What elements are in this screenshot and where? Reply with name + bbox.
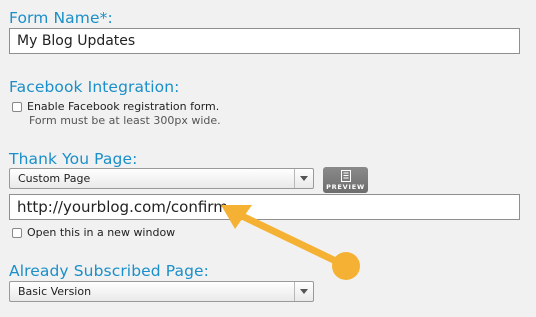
already-subscribed-page-label: Already Subscribed Page:: [9, 262, 209, 280]
form-name-label: Form Name*:: [9, 9, 113, 27]
preview-button-label: PREVIEW: [326, 183, 365, 191]
thank-you-url-input[interactable]: http://yourblog.com/confirm: [9, 194, 520, 220]
chevron-down-icon[interactable]: [294, 169, 313, 188]
document-icon: [340, 170, 351, 182]
chevron-down-icon[interactable]: [294, 282, 313, 301]
already-subscribed-page-select[interactable]: Basic Version: [9, 281, 314, 302]
already-subscribed-page-select-value: Basic Version: [18, 285, 92, 298]
facebook-integration-label: Facebook Integration:: [9, 78, 180, 96]
facebook-width-hint: Form must be at least 300px wide.: [29, 114, 221, 127]
new-window-row[interactable]: Open this in a new window: [12, 226, 175, 239]
new-window-checkbox[interactable]: [12, 227, 22, 238]
preview-button[interactable]: PREVIEW: [323, 167, 368, 193]
facebook-registration-row[interactable]: Enable Facebook registration form.: [12, 100, 219, 113]
facebook-registration-checkbox-label: Enable Facebook registration form.: [27, 100, 220, 113]
facebook-registration-checkbox[interactable]: [12, 101, 22, 112]
form-name-input[interactable]: My Blog Updates: [9, 28, 520, 54]
thank-you-page-select[interactable]: Custom Page: [9, 168, 314, 189]
thank-you-page-select-value: Custom Page: [18, 172, 91, 185]
new-window-checkbox-label: Open this in a new window: [27, 226, 176, 239]
thank-you-page-label: Thank You Page:: [9, 150, 138, 168]
